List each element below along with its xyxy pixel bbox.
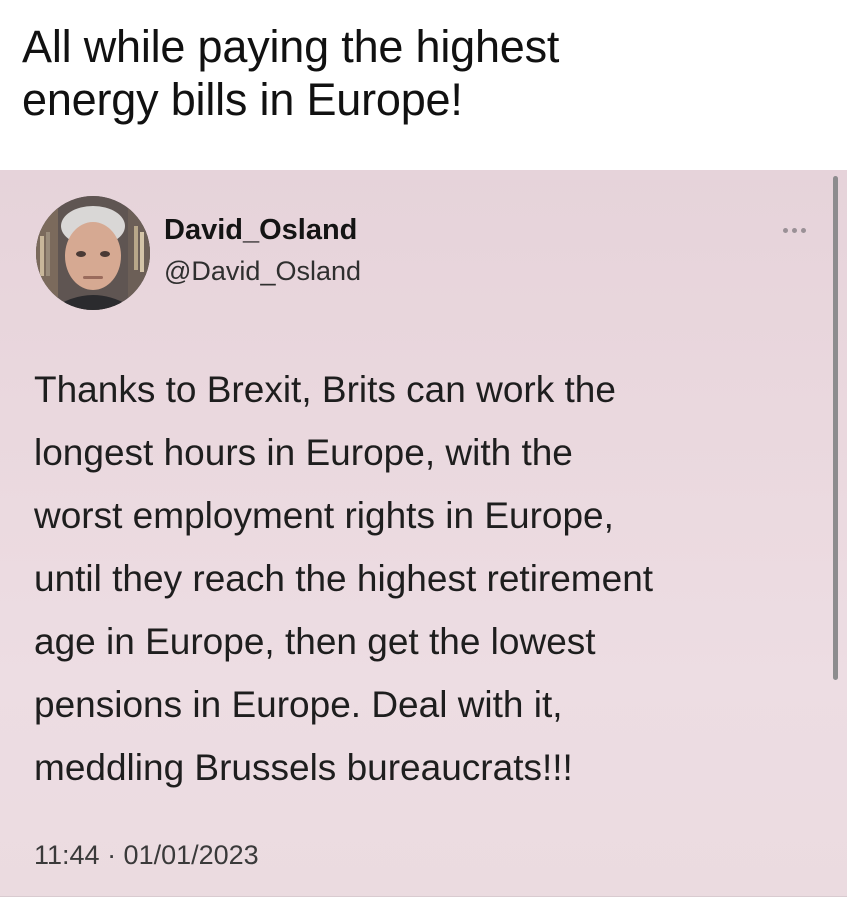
author-handle[interactable]: @David_Osland xyxy=(164,256,361,287)
scrollbar[interactable] xyxy=(833,176,838,680)
caption-text: All while paying the highest energy bill… xyxy=(22,21,560,125)
more-dot xyxy=(782,227,788,233)
card-bottom-divider xyxy=(0,896,847,910)
more-dot xyxy=(800,227,806,233)
more-options-icon[interactable] xyxy=(776,220,812,240)
tweet-timestamp[interactable]: 11:44 · 01/01/2023 xyxy=(34,840,259,871)
author-name[interactable]: David_Osland xyxy=(164,214,357,247)
tweet-text: Thanks to Brexit, Brits can work the lon… xyxy=(34,369,654,788)
more-dot xyxy=(791,227,797,233)
avatar[interactable] xyxy=(36,196,150,310)
avatar-image xyxy=(36,196,150,310)
